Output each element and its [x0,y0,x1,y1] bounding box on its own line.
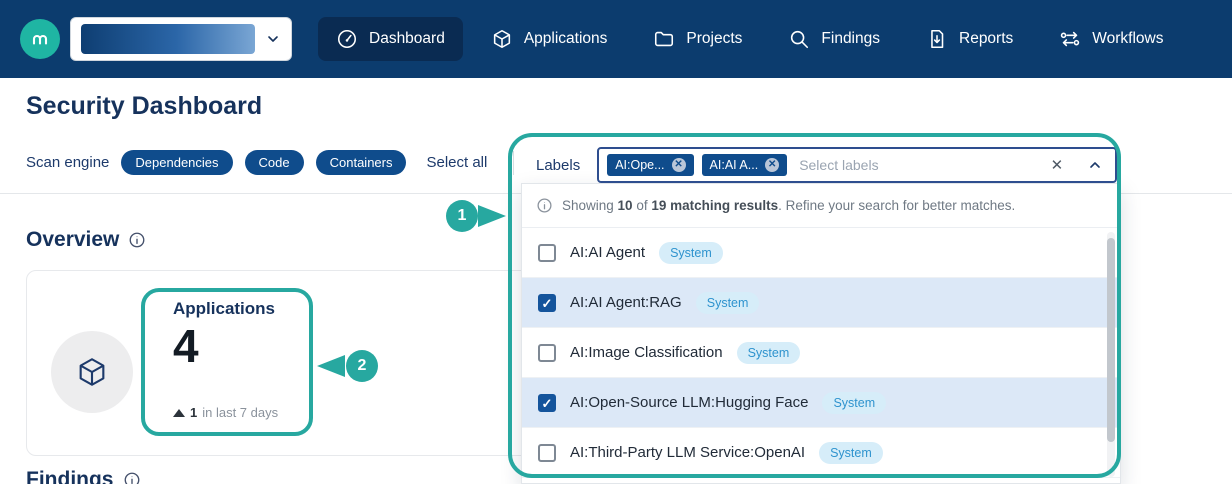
scan-engine-label: Scan engine [26,154,109,171]
labels-label: Labels [536,157,580,174]
info-icon [536,197,553,214]
selected-label-chip[interactable]: AI:Ope... ✕ [607,154,693,176]
page-title: Security Dashboard [26,92,262,121]
checkbox[interactable] [538,294,556,312]
nav-label: Projects [686,30,742,48]
nav-item-projects[interactable]: Projects [635,17,760,61]
engine-pill-dependencies[interactable]: Dependencies [121,150,232,175]
top-navigation-bar: Dashboard Applications P [0,0,1232,78]
option-label: AI:AI Agent:RAG [570,294,682,311]
annotation-arrow-1-icon [478,205,506,227]
nav-label: Applications [524,30,608,48]
annotation-arrow-2-icon [317,355,345,377]
annotation-number-2: 2 [346,350,378,382]
option-label: AI:Third-Party LLM Service:OpenAI [570,444,805,461]
label-option-row[interactable]: AI:Third-Party LLM Service:OpenAI System [522,428,1120,478]
overview-title: Overview [26,228,119,252]
checkbox[interactable] [538,244,556,262]
chip-text: AI:Ope... [615,158,664,172]
mend-logo-icon[interactable] [20,19,60,59]
nav-item-findings[interactable]: Findings [770,17,898,61]
chip-remove-icon[interactable]: ✕ [765,158,779,172]
nav-item-applications[interactable]: Applications [473,17,626,61]
workflows-swap-icon [1059,28,1081,50]
label-option-row[interactable]: AI:Open-Source LLM:Hugging Face System [522,378,1120,428]
select-all-link[interactable]: Select all [426,154,487,171]
security-dashboard-page: Dashboard Applications P [0,0,1232,484]
option-label: AI:AI Agent [570,244,645,261]
applications-stat-card[interactable]: Applications 4 1 in last 7 days [26,270,588,456]
organization-name-redacted [81,24,255,54]
clear-selection-icon[interactable]: ✕ [1051,156,1064,174]
option-label: AI:Image Classification [570,344,723,361]
system-badge: System [659,242,723,264]
chip-text: AI:AI A... [710,158,759,172]
results-info-row: Showing 10 of 19 matching results. Refin… [522,184,1120,228]
checkbox[interactable] [538,394,556,412]
findings-heading: Findings [26,468,141,484]
dashboard-gauge-icon [336,28,358,50]
applications-icon-circle [51,331,133,413]
applications-cube-icon [75,355,109,389]
labels-dropdown-panel: Showing 10 of 19 matching results. Refin… [521,183,1121,484]
nav-item-workflows[interactable]: Workflows [1041,17,1181,61]
nav-item-reports[interactable]: Reports [908,17,1031,61]
nav-label: Workflows [1092,30,1163,48]
label-option-row[interactable]: AI:AI Agent System [522,228,1120,278]
projects-folder-icon [653,28,675,50]
overview-heading: Overview [26,228,146,252]
results-info-text: Showing 10 of 19 matching results. Refin… [562,198,1015,213]
applications-cube-icon [491,28,513,50]
info-icon[interactable] [128,231,146,249]
checkbox[interactable] [538,344,556,362]
delta-value: 1 [190,405,197,420]
checkbox[interactable] [538,444,556,462]
nav-label: Findings [821,30,880,48]
annotation-number-1: 1 [446,200,478,232]
organization-selector[interactable] [70,17,292,61]
stat-card-delta: 1 in last 7 days [173,405,278,420]
chip-remove-icon[interactable]: ✕ [672,158,686,172]
labels-input-placeholder: Select labels [799,157,878,173]
reports-document-icon [926,28,948,50]
dropdown-scrollbar[interactable] [1107,232,1115,477]
system-badge: System [819,442,883,464]
delta-up-icon [173,409,185,417]
nav-label: Reports [959,30,1013,48]
stat-card-title: Applications [173,299,275,319]
system-badge: System [822,392,886,414]
option-label: AI:Open-Source LLM:Hugging Face [570,394,808,411]
nav-label: Dashboard [369,30,445,48]
dropdown-caret-up-icon[interactable] [1087,157,1103,173]
engine-pill-containers[interactable]: Containers [316,150,407,175]
label-option-row[interactable]: AI:AI Agent:RAG System [522,278,1120,328]
scan-engine-row: Scan engine Dependencies Code Containers… [26,150,514,175]
delta-text: in last 7 days [202,405,278,420]
vertical-divider [513,151,514,175]
nav-item-dashboard[interactable]: Dashboard [318,17,463,61]
scrollbar-thumb[interactable] [1107,238,1115,442]
info-icon[interactable] [123,471,141,484]
selected-label-chip[interactable]: AI:AI A... ✕ [702,154,788,176]
labels-filter-group: Labels AI:Ope... ✕ AI:AI A... ✕ Select l… [536,147,1117,183]
engine-pill-code[interactable]: Code [245,150,304,175]
label-option-row[interactable]: AI:Image Classification System [522,328,1120,378]
system-badge: System [737,342,801,364]
labels-multiselect-input[interactable]: AI:Ope... ✕ AI:AI A... ✕ Select labels ✕ [597,147,1117,183]
system-badge: System [696,292,760,314]
main-nav-menu: Dashboard Applications P [318,17,1181,61]
findings-search-icon [788,28,810,50]
stat-card-value: 4 [173,323,199,369]
findings-title: Findings [26,468,114,484]
chevron-down-icon[interactable] [265,31,281,47]
